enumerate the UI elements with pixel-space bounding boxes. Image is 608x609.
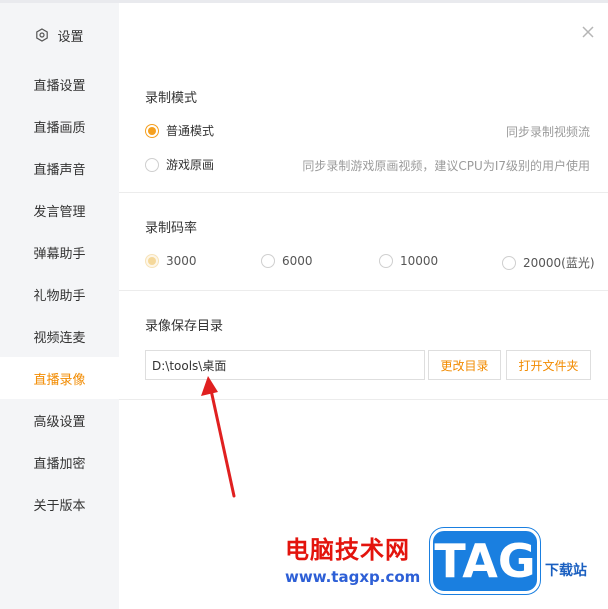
sidebar-item-gift-assistant[interactable]: 礼物助手: [0, 273, 119, 315]
sidebar-item-live-recording[interactable]: 直播录像: [0, 357, 119, 399]
sidebar-item-live-audio[interactable]: 直播声音: [0, 147, 119, 189]
bitrate-label-3000: 3000: [166, 254, 197, 268]
content-panel: 录制模式 普通模式 同步录制视频流 游戏原画 同步录制游戏原画视频，建议CPU为…: [119, 3, 608, 609]
record-mode-title: 录制模式: [145, 91, 198, 106]
section-divider: [119, 192, 608, 193]
sidebar-item-advanced-settings[interactable]: 高级设置: [0, 399, 119, 441]
bitrate-option-10000[interactable]: 10000: [379, 254, 438, 268]
open-folder-button[interactable]: 打开文件夹: [506, 350, 591, 380]
change-dir-button[interactable]: 更改目录: [428, 350, 501, 380]
watermark-url: www.tagxp.com: [285, 568, 421, 586]
watermark-logo: TAG: [430, 528, 540, 594]
section-divider: [119, 290, 608, 291]
watermark-site-name: 电脑技术网: [285, 536, 410, 564]
bitrate-radio-3000[interactable]: [145, 254, 159, 268]
sidebar-item-video-link[interactable]: 视频连麦: [0, 315, 119, 357]
bitrate-title: 录制码率: [145, 221, 198, 236]
close-icon[interactable]: [581, 25, 595, 39]
bitrate-radio-6000[interactable]: [261, 254, 275, 268]
record-mode-normal-radio[interactable]: [145, 123, 159, 138]
sidebar-header: 设置: [0, 23, 119, 47]
watermark-small-url: www.xz7.com: [540, 592, 608, 603]
bitrate-label-6000: 6000: [282, 254, 313, 268]
record-mode-game-label: 游戏原画: [166, 158, 215, 172]
bitrate-label-10000: 10000: [400, 254, 439, 268]
bitrate-label-20000: 20000(蓝光): [523, 256, 595, 270]
save-dir-title: 录像保存目录: [145, 319, 224, 334]
record-mode-normal-hint: 同步录制视频流: [505, 125, 590, 139]
record-mode-normal-label: 普通模式: [166, 124, 215, 138]
sidebar-item-comment-manage[interactable]: 发言管理: [0, 189, 119, 231]
bitrate-option-3000[interactable]: 3000: [145, 254, 197, 268]
record-mode-normal-option[interactable]: 普通模式: [145, 122, 214, 139]
watermark-download: 下载站: [545, 563, 587, 579]
bitrate-radio-10000[interactable]: [379, 254, 393, 268]
sidebar-item-live-encrypt[interactable]: 直播加密: [0, 441, 119, 483]
sidebar-item-live-settings[interactable]: 直播设置: [0, 63, 119, 105]
settings-sidebar: 设置 直播设置 直播画质 直播声音 发言管理 弹幕助手 礼物助手 视频连麦 直播录像 高级设置直…: [0, 3, 119, 609]
sidebar-item-danmaku-assistant[interactable]: 弹幕助手: [0, 231, 119, 273]
annotation-arrow: [201, 376, 236, 498]
sidebar-item-about-version[interactable]: 关于版本: [0, 483, 119, 525]
section-divider: [119, 399, 608, 400]
bitrate-option-6000[interactable]: 6000: [261, 254, 313, 268]
gear-icon: [36, 28, 49, 42]
record-mode-game-option[interactable]: 游戏原画: [145, 156, 214, 173]
sidebar-item-live-quality[interactable]: 直播画质: [0, 105, 119, 147]
save-dir-path-text: D:\tools\桌面: [152, 358, 227, 373]
record-mode-game-hint: 同步录制游戏原画视频，建议CPU为I7级别的用户使用: [302, 159, 590, 173]
bitrate-option-20000[interactable]: 20000(蓝光): [502, 254, 595, 271]
save-dir-path-input[interactable]: D:\tools\桌面: [145, 350, 425, 380]
record-mode-game-radio[interactable]: [145, 157, 159, 172]
bitrate-radio-20000[interactable]: [502, 255, 516, 270]
sidebar-header-label: 设置: [57, 29, 84, 45]
